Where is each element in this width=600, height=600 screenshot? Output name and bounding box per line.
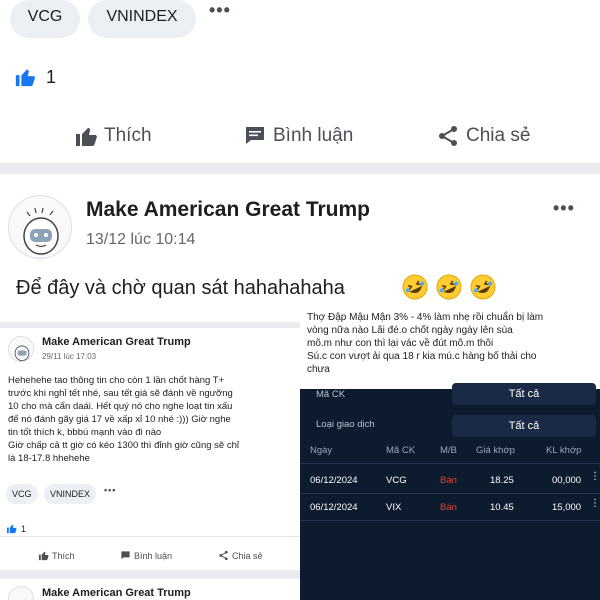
row-divider <box>300 463 600 464</box>
trade-volume: 00,000 <box>552 475 582 486</box>
post-timestamp: 29/11 lúc 17:03 <box>42 352 97 361</box>
avatar <box>8 336 34 362</box>
share-button: Chia sẻ <box>218 550 263 561</box>
trade-date: 06/12/2024 <box>310 502 358 513</box>
like-summary[interactable]: 1 <box>14 66 56 88</box>
post-divider <box>0 163 600 174</box>
post-text-line: 10 cho mà cẩn daái. Hết quý nó cho nghe … <box>8 401 233 412</box>
caption-line: Thợ Đập Mậu Mận 3% - 4% làm nhẹ rồi chuẩ… <box>307 312 544 323</box>
trade-price: 10.45 <box>490 502 514 513</box>
astronaut-avatar-icon <box>23 207 59 255</box>
trade-date: 06/12/2024 <box>310 475 358 486</box>
attached-image-left[interactable]: Make American Great Trump 29/11 lúc 17:0… <box>0 322 300 600</box>
caption-text: Thợ Đập Mậu Mận 3% - 4% làm nhẹ rồi chuẩ… <box>307 311 597 376</box>
column-header: M/B <box>440 445 457 456</box>
more-options-icon[interactable]: ••• <box>553 198 575 219</box>
caption-line: chưa <box>307 364 330 375</box>
column-header: KL khớp <box>546 445 582 456</box>
post-text-line: Giờ chấp cả tt giờ có kéo 1300 thì đỉnh … <box>8 440 239 451</box>
more-options-icon: ••• <box>104 485 117 495</box>
post-text-line: là 18-17.8 hhehehe <box>8 453 90 464</box>
comment-button-label: Bình luận <box>273 125 354 146</box>
trade-side: Bán <box>440 502 457 513</box>
emoji-row <box>401 273 497 301</box>
trade-symbol: VIX <box>386 502 402 513</box>
filter-label: Mã CK <box>316 389 346 400</box>
thumbs-up-icon <box>15 69 35 87</box>
share-button[interactable]: Chia sẻ <box>436 124 530 148</box>
like-button-label: Thích <box>104 125 152 146</box>
tag-vnindex: VNINDEX <box>44 484 97 504</box>
avatar[interactable] <box>8 195 72 259</box>
post-text-line: để nó đánh gãy giá 17 về xấp xỉ 10 nhé :… <box>8 414 231 425</box>
row-menu-icon: ⋮ <box>590 498 600 509</box>
post-author: Make American Great Trump <box>42 336 191 348</box>
comment-button[interactable]: Bình luận <box>243 124 353 148</box>
trade-price: 18.25 <box>490 475 514 486</box>
symbol-filter-select: Tất cả <box>452 383 596 405</box>
divider <box>0 536 300 537</box>
transaction-type-select: Tất cả <box>452 415 596 437</box>
comment-button-label: Bình luận <box>134 550 173 561</box>
attached-image-right[interactable]: Thợ Đập Mậu Mận 3% - 4% làm nhẹ rồi chuẩ… <box>300 311 600 600</box>
more-options-icon[interactable]: ••• <box>209 0 231 21</box>
comment-caption: Thợ Đập Mậu Mận 3% - 4% làm nhẹ rồi chuẩ… <box>300 311 600 389</box>
tag-vcg: VCG <box>6 484 38 504</box>
share-icon <box>219 550 228 561</box>
like-button-label: Thích <box>52 550 75 561</box>
astronaut-avatar-icon <box>14 345 30 361</box>
trade-volume: 15,000 <box>552 502 582 513</box>
post-text: Hehehehe tao thông tin cho còn 1 lần chố… <box>8 374 296 465</box>
rofl-emoji-icon <box>402 274 428 300</box>
image-divider <box>0 322 300 328</box>
post-divider <box>0 570 300 579</box>
column-header: Mã CK <box>386 445 416 456</box>
tag-vcg[interactable]: VCG <box>10 0 80 38</box>
trade-history-panel: Mã CK Tất cả Loại giao dịch Tất cả Ngày … <box>300 383 600 600</box>
row-divider <box>300 520 600 521</box>
trade-side: Bán <box>440 475 457 486</box>
post-text: Để đây và chờ quan sát hahahahaha <box>16 277 345 299</box>
like-count: 1 <box>21 523 27 534</box>
share-button-label: Chia sẻ <box>232 550 263 561</box>
thumbs-up-icon <box>6 524 17 534</box>
column-header: Giá khớp <box>476 445 515 456</box>
like-summary: 1 <box>6 523 26 534</box>
avatar <box>8 586 34 600</box>
thumbs-up-icon <box>38 551 49 561</box>
caption-line: mõ.m như con thì lại vác về đút mõ.m thô… <box>307 338 494 349</box>
caption-line: vòng nữa nào Lãi đé.o chốt ngày ngày lên… <box>307 325 513 336</box>
comment-icon <box>121 551 130 560</box>
comment-button: Bình luận <box>120 550 172 561</box>
post-timestamp[interactable]: 13/12 lúc 10:14 <box>86 231 195 249</box>
rofl-emoji-icon <box>470 274 496 300</box>
tag-vnindex[interactable]: VNINDEX <box>88 0 196 38</box>
thumbs-up-icon <box>76 127 97 146</box>
filter-label: Loại giao dịch <box>316 419 375 430</box>
caption-line: Sú.c con vượt ải qua 18 r kia mú.c hàng … <box>307 351 537 362</box>
share-button-label: Chia sẻ <box>466 125 531 146</box>
rofl-emoji-icon <box>436 274 462 300</box>
like-button[interactable]: Thích <box>74 124 152 148</box>
post-text-line: Hehehehe tao thông tin cho còn 1 lần chố… <box>8 375 225 386</box>
column-header: Ngày <box>310 445 333 456</box>
like-button: Thích <box>38 550 75 561</box>
trade-symbol: VCG <box>386 475 407 486</box>
share-icon <box>439 126 457 146</box>
post-author: Make American Great Trump <box>42 587 191 599</box>
row-menu-icon: ⋮ <box>590 471 600 482</box>
like-count: 1 <box>46 66 57 87</box>
post-text-line: trước khi nghỉ tết nhé, sau tết giá sẽ đ… <box>8 388 233 399</box>
comment-icon <box>246 127 264 144</box>
row-divider <box>300 493 600 494</box>
post-author[interactable]: Make American Great Trump <box>86 198 370 222</box>
post-action-bar: Thích Bình luận Chia sẻ <box>0 112 600 162</box>
post-text-line: tin tốt thích k, bbbú mạnh vào đi nào <box>8 427 162 438</box>
